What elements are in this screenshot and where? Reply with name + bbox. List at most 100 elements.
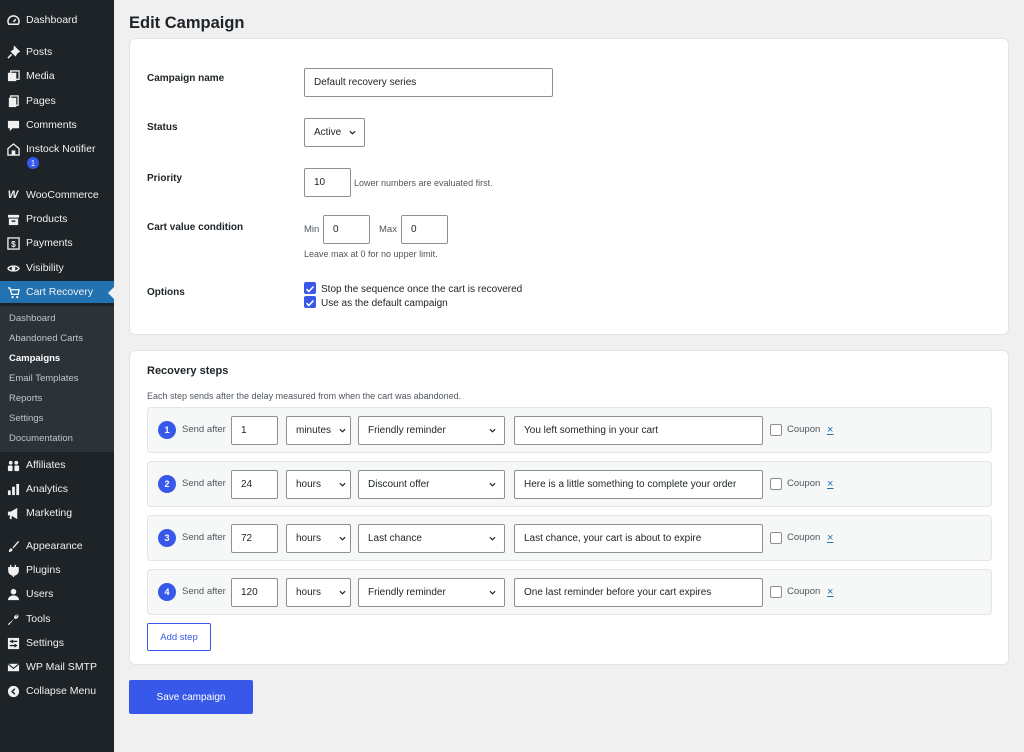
sidebar-item-settings[interactable]: Settings	[0, 632, 114, 654]
sidebar-item-instock-notifier[interactable]: Instock Notifier	[0, 138, 114, 160]
sidebar-item-visibility[interactable]: Visibility	[0, 257, 114, 279]
delay-unit-value: hours	[296, 479, 322, 490]
coupon-checkbox[interactable]	[770, 424, 782, 436]
send-after-label: Send after	[182, 586, 226, 597]
template-value: Discount offer	[368, 479, 430, 490]
sidebar-item-label: Comments	[26, 119, 77, 131]
delay-input[interactable]: 24	[231, 470, 278, 499]
svg-text:$: $	[11, 238, 16, 248]
sidebar-item-cart-recovery[interactable]: Cart Recovery	[0, 281, 114, 303]
template-select[interactable]: Discount offer	[358, 470, 505, 499]
submenu-item-reports[interactable]: Reports	[9, 393, 42, 404]
default-campaign-label: Use as the default campaign	[321, 298, 448, 309]
cart-recovery-submenu: Dashboard Abandoned Carts Campaigns Emai…	[0, 306, 114, 452]
page-title: Edit Campaign	[129, 14, 245, 32]
sidebar-item-label: Tools	[26, 613, 51, 625]
status-select[interactable]: Active	[304, 118, 365, 147]
priority-input[interactable]: 10	[304, 168, 351, 197]
sidebar-item-plugins[interactable]: Plugins	[0, 559, 114, 581]
chart-icon	[6, 482, 20, 496]
submenu-item-email-templates[interactable]: Email Templates	[9, 373, 79, 384]
admin-sidebar: Dashboard Posts Media Pages Comments Ins…	[0, 0, 114, 752]
subject-input[interactable]: Here is a little something to complete y…	[514, 470, 763, 499]
subject-input[interactable]: Last chance, your cart is about to expir…	[514, 524, 763, 553]
send-after-label: Send after	[182, 478, 226, 489]
coupon-checkbox[interactable]	[770, 532, 782, 544]
sidebar-item-label: Dashboard	[26, 14, 78, 26]
default-campaign-checkbox[interactable]	[304, 296, 316, 308]
chevron-down-icon	[339, 428, 346, 433]
add-step-button[interactable]: Add step	[147, 623, 211, 651]
sidebar-item-label: Plugins	[26, 564, 61, 576]
remove-step-button[interactable]: ×	[827, 424, 833, 436]
step-number-badge: 3	[158, 529, 176, 547]
coupon-checkbox[interactable]	[770, 478, 782, 490]
sidebar-item-analytics[interactable]: Analytics	[0, 478, 114, 500]
sidebar-item-affiliates[interactable]: Affiliates	[0, 454, 114, 476]
sidebar-item-media[interactable]: Media	[0, 65, 114, 87]
chevron-down-icon	[339, 590, 346, 595]
sidebar-item-dashboard[interactable]: Dashboard	[0, 9, 114, 31]
delay-input[interactable]: 72	[231, 524, 278, 553]
template-value: Last chance	[368, 533, 422, 544]
sidebar-item-label: Visibility	[26, 262, 64, 274]
delay-unit-select[interactable]: hours	[286, 578, 351, 607]
step-row: 2 Send after 24 hours Discount offer Her…	[147, 461, 992, 507]
sidebar-item-label: Marketing	[26, 507, 73, 519]
sidebar-item-woocommerce[interactable]: W WooCommerce	[0, 184, 114, 206]
sidebar-item-comments[interactable]: Comments	[0, 114, 114, 136]
remove-step-button[interactable]: ×	[827, 586, 833, 598]
template-select[interactable]: Friendly reminder	[358, 578, 505, 607]
template-value: Friendly reminder	[368, 587, 446, 598]
submenu-item-settings[interactable]: Settings	[9, 413, 43, 424]
priority-label: Priority	[147, 173, 183, 184]
cart-icon	[6, 285, 20, 299]
min-value-input[interactable]: 0	[323, 215, 370, 244]
sidebar-item-appearance[interactable]: Appearance	[0, 535, 114, 557]
campaign-name-label: Campaign name	[147, 73, 225, 84]
submenu-item-documentation[interactable]: Documentation	[9, 433, 73, 444]
remove-step-button[interactable]: ×	[827, 532, 833, 544]
sidebar-item-label: Cart Recovery	[26, 286, 94, 298]
delay-unit-select[interactable]: minutes	[286, 416, 351, 445]
subject-input[interactable]: You left something in your cart	[514, 416, 763, 445]
submenu-item-dashboard[interactable]: Dashboard	[9, 313, 55, 324]
sidebar-item-tools[interactable]: Tools	[0, 608, 114, 630]
delay-input[interactable]: 1	[231, 416, 278, 445]
coupon-checkbox[interactable]	[770, 586, 782, 598]
sidebar-item-label: WooCommerce	[26, 189, 99, 201]
sidebar-item-products[interactable]: Products	[0, 208, 114, 230]
template-select[interactable]: Last chance	[358, 524, 505, 553]
status-select-value: Active	[314, 127, 342, 138]
sidebar-item-pages[interactable]: Pages	[0, 90, 114, 112]
sidebar-item-label: Payments	[26, 237, 73, 249]
template-select[interactable]: Friendly reminder	[358, 416, 505, 445]
sidebar-item-payments[interactable]: $ Payments	[0, 232, 114, 254]
campaign-name-input[interactable]: Default recovery series	[304, 68, 553, 97]
max-value-input[interactable]: 0	[401, 215, 448, 244]
collapse-icon	[6, 684, 20, 698]
sidebar-item-posts[interactable]: Posts	[0, 41, 114, 63]
comment-icon	[6, 118, 20, 132]
delay-input[interactable]: 120	[231, 578, 278, 607]
subject-input[interactable]: One last reminder before your cart expir…	[514, 578, 763, 607]
sidebar-item-marketing[interactable]: Marketing	[0, 502, 114, 524]
chevron-down-icon	[339, 536, 346, 541]
submenu-item-campaigns[interactable]: Campaigns	[9, 353, 60, 364]
sidebar-item-wp-mail-smtp[interactable]: WP Mail SMTP	[0, 656, 114, 678]
megaphone-icon	[6, 506, 20, 520]
collapse-menu-button[interactable]: Collapse Menu	[0, 680, 114, 702]
campaign-settings-panel	[129, 38, 1009, 335]
stop-sequence-checkbox[interactable]	[304, 282, 316, 294]
mail-icon	[6, 660, 20, 674]
delay-unit-select[interactable]: hours	[286, 524, 351, 553]
submenu-item-abandoned-carts[interactable]: Abandoned Carts	[9, 333, 83, 344]
save-campaign-button[interactable]: Save campaign	[129, 680, 253, 714]
sidebar-item-label: Analytics	[26, 483, 69, 495]
coupon-label: Coupon	[787, 478, 821, 489]
delay-unit-select[interactable]: hours	[286, 470, 351, 499]
sidebar-item-label: Affiliates	[26, 459, 66, 471]
remove-step-button[interactable]: ×	[827, 478, 833, 490]
wrench-icon	[6, 612, 20, 626]
sidebar-item-users[interactable]: Users	[0, 583, 114, 605]
